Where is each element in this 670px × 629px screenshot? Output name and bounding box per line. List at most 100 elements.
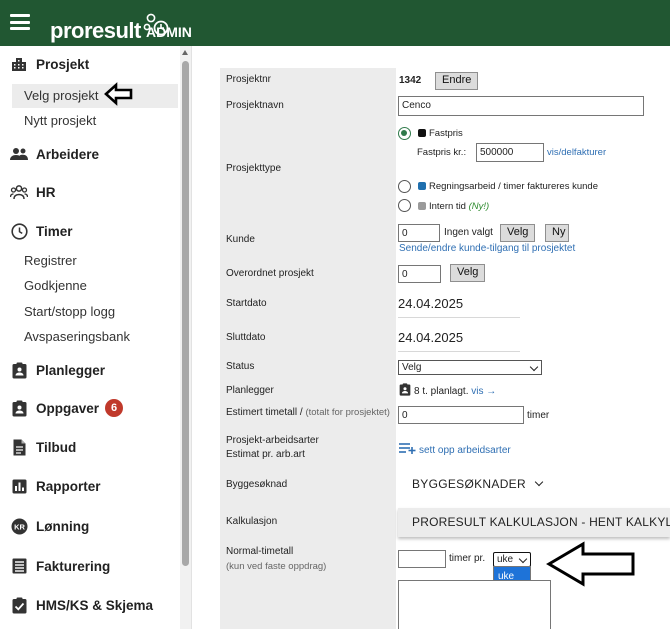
sidebar-item-prosjekt[interactable]: Prosjekt <box>10 55 89 73</box>
planlegger-text: 8 t. planlagt. <box>414 386 469 397</box>
estimert-input[interactable]: 0 <box>398 406 524 424</box>
chevron-down-icon <box>534 477 544 487</box>
clipboard-person-icon <box>10 361 28 379</box>
sidebar-sub-avspaseringsbank[interactable]: Avspaseringsbank <box>24 329 130 344</box>
startdato-underline <box>398 317 520 318</box>
label-planlegger: Planlegger <box>226 385 274 396</box>
sluttdato-input[interactable]: 24.04.2025 <box>398 330 463 345</box>
sett-opp-arbeidsarter-link[interactable]: sett opp arbeidsarter <box>399 442 511 456</box>
radio-intern-tid[interactable] <box>398 199 411 212</box>
clock-icon <box>10 222 28 240</box>
byggesoknader-dropdown[interactable]: BYGGESØKNADER <box>412 477 544 491</box>
sidebar-item-rapporter[interactable]: Rapporter <box>10 477 101 495</box>
sidebar-item-oppgaver[interactable]: Oppgaver 6 <box>10 399 124 417</box>
prosjektnavn-input[interactable]: Cenco <box>398 96 644 116</box>
sidebar-item-label: HR <box>36 184 56 200</box>
notes-textarea[interactable] <box>398 580 551 629</box>
sidebar-item-hr[interactable]: HR <box>10 183 56 201</box>
fastpris-kr-input[interactable]: 500000 <box>476 143 544 162</box>
hr-people-icon <box>10 183 28 201</box>
sidebar-item-label: Oppgaver <box>36 400 100 416</box>
ingen-valgt-text: Ingen valgt <box>444 227 493 238</box>
planlegger-value: 8 t. planlagt. vis → <box>399 383 496 397</box>
kunde-ny-button[interactable]: Ny <box>545 224 569 242</box>
building-icon <box>10 55 28 73</box>
sidebar-item-hms-ks-skjema[interactable]: HMS/KS & Skjema <box>10 596 153 614</box>
label-prosjektnavn: Prosjektnavn <box>226 100 284 111</box>
fastpris-label: Fastpris <box>429 128 463 139</box>
people-icon <box>10 145 28 163</box>
admin-label: ADMIN <box>146 24 192 40</box>
startdato-input[interactable]: 24.04.2025 <box>398 296 463 311</box>
sidebar-item-timer[interactable]: Timer <box>10 222 73 240</box>
sidebar-scroll-thumb[interactable] <box>182 61 189 566</box>
sidebar-sub-nytt-prosjekt[interactable]: Nytt prosjekt <box>24 113 96 128</box>
label-status: Status <box>226 361 255 372</box>
sidebar-item-arbeidere[interactable]: Arbeidere <box>10 145 99 163</box>
sluttdato-underline <box>398 351 520 352</box>
estimert-sublabel: (totalt for prosjektet) <box>305 407 390 418</box>
overordnet-velg-button[interactable]: Velg <box>450 264 486 282</box>
scroll-up-arrow-icon[interactable] <box>182 50 188 55</box>
sidebar-sub-velg-prosjekt[interactable]: Velg prosjekt <box>24 88 98 103</box>
overordnet-input[interactable]: 0 <box>398 265 441 283</box>
intern-tid-option: Intern tid (Ny!) <box>418 201 489 212</box>
kr-label: KR <box>14 522 25 531</box>
clipboard-person-icon <box>10 399 28 417</box>
fastpris-kr-label: Fastpris kr.: <box>417 147 467 158</box>
regningsarbeid-label: Regningsarbeid / timer faktureres kunde <box>429 181 598 192</box>
kalkulasjon-button[interactable]: PRORESULT KALKULASJON - HENT KALKYLE <box>398 508 670 537</box>
status-select-value: Velg <box>402 362 422 373</box>
sidebar-item-planlegger[interactable]: Planlegger <box>10 361 105 379</box>
playlist-add-icon <box>399 443 416 454</box>
label-estimat-arbart: Estimat pr. arb.art <box>226 449 305 460</box>
left-arrow-pointer-icon <box>104 82 133 106</box>
label-kalkulasjon: Kalkulasjon <box>226 516 278 527</box>
sidebar-item-label: HMS/KS & Skjema <box>36 597 154 613</box>
radio-regningsarbeid[interactable] <box>398 180 411 193</box>
vis-delfakturer-link[interactable]: vis/delfakturer <box>547 147 606 158</box>
notification-badge: 6 <box>105 399 124 417</box>
document-icon <box>10 438 28 456</box>
chevron-down-icon <box>518 554 528 564</box>
sidebar-item-label: Rapporter <box>36 478 101 494</box>
checkbox-clipboard-icon <box>10 596 28 614</box>
sidebar-item-label: Lønning <box>36 518 90 534</box>
logo-text: proresult <box>50 18 141 43</box>
sidebar-item-label: Planlegger <box>36 362 106 378</box>
endre-button[interactable]: Endre <box>435 72 479 90</box>
period-select[interactable]: uke <box>493 552 531 567</box>
intern-new-tag: (Ny!) <box>468 201 490 212</box>
sidebar-item-label: Prosjekt <box>36 56 90 72</box>
chevron-down-icon <box>529 362 539 372</box>
label-sluttdato: Sluttdato <box>226 332 266 343</box>
sidebar-item-label: Timer <box>36 223 73 239</box>
planlegger-vis-link[interactable]: vis → <box>471 386 496 397</box>
sidebar-sub-registrer[interactable]: Registrer <box>24 253 77 268</box>
intern-tid-label: Intern tid <box>429 201 466 212</box>
menu-icon[interactable] <box>10 14 30 30</box>
fastpris-option: Fastpris <box>418 128 463 139</box>
normal-timetall-input[interactable] <box>398 550 446 568</box>
left-arrow-pointer-icon <box>546 541 635 587</box>
status-select[interactable]: Velg <box>398 360 542 375</box>
radio-fastpris[interactable] <box>398 127 411 140</box>
normal-timetall-sublabel: (kun ved faste oppdrag) <box>226 561 327 572</box>
label-overordnet-prosjekt: Overordnet prosjekt <box>226 268 314 279</box>
sidebar-item-fakturering[interactable]: Fakturering <box>10 557 110 575</box>
byggesoknader-label: BYGGESØKNADER <box>412 477 526 491</box>
clipboard-person-icon <box>399 383 411 396</box>
timer-pr-text: timer pr. <box>449 553 486 564</box>
sidebar-item-label: Fakturering <box>36 558 111 574</box>
kr-coin-icon: KR <box>10 517 28 535</box>
intern-color-icon <box>418 202 426 210</box>
kunde-velg-button[interactable]: Velg <box>500 224 536 242</box>
sidebar-sub-start-stopp-logg[interactable]: Start/stopp logg <box>24 304 115 319</box>
sidebar-sub-godkjenne[interactable]: Godkjenne <box>24 278 87 293</box>
label-prosjekttype: Prosjekttype <box>226 163 282 174</box>
kunde-tilgang-link[interactable]: Sende/endre kunde-tilgang til prosjektet <box>399 243 575 254</box>
label-kunde: Kunde <box>226 234 255 245</box>
sidebar-item-tilbud[interactable]: Tilbud <box>10 438 76 456</box>
kunde-input[interactable]: 0 <box>398 224 440 242</box>
sidebar-item-lonning[interactable]: KR Lønning <box>10 517 89 535</box>
